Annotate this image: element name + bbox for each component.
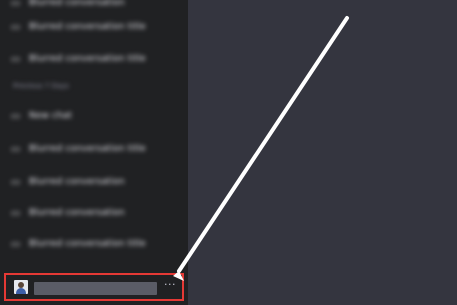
- redacted-username: [34, 282, 157, 295]
- conversation-title: Blurred conversation: [29, 177, 125, 187]
- conversation-title: New chat: [29, 111, 72, 121]
- conversation-item[interactable]: ▭ Blurred conversation title: [6, 16, 178, 38]
- avatar[interactable]: [14, 280, 28, 294]
- conversation-item[interactable]: ▭ New chat: [6, 105, 178, 127]
- conversation-title: Blurred conversation title: [29, 22, 146, 32]
- conversation-item[interactable]: ▭ Blurred conversation: [6, 171, 178, 193]
- chat-icon: ▭: [10, 143, 21, 155]
- chat-icon: ▭: [10, 176, 21, 188]
- user-account-footer[interactable]: ···: [4, 273, 184, 301]
- chat-icon: ▭: [10, 110, 21, 122]
- chat-icon: ▭: [10, 53, 21, 65]
- conversation-item[interactable]: ▭ Blurred conversation title: [6, 48, 178, 70]
- conversation-title: Blurred conversation: [29, 0, 125, 8]
- app-window: ▭ Blurred conversation ▭ Blurred convers…: [0, 0, 457, 305]
- sidebar: ▭ Blurred conversation ▭ Blurred convers…: [0, 0, 188, 305]
- chat-icon: ▭: [10, 238, 21, 250]
- conversation-title: Blurred conversation title: [29, 54, 146, 64]
- conversation-item[interactable]: ▭ Blurred conversation title: [6, 138, 178, 160]
- section-label: Previous 7 Days: [13, 82, 69, 90]
- conversation-item[interactable]: ▭ Blurred conversation: [6, 202, 178, 224]
- conversation-title: Blurred conversation: [29, 208, 125, 218]
- conversation-item[interactable]: ▭ Blurred conversation: [6, 0, 178, 14]
- conversation-title: Blurred conversation title: [29, 144, 146, 154]
- annotation-arrow-line: [177, 16, 349, 273]
- chat-icon: ▭: [10, 0, 21, 9]
- more-options-icon[interactable]: ···: [164, 278, 176, 291]
- avatar-body: [16, 288, 26, 294]
- conversation-list: ▭ Blurred conversation ▭ Blurred convers…: [0, 0, 188, 270]
- chat-icon: ▭: [10, 207, 21, 219]
- chat-icon: ▭: [10, 21, 21, 33]
- conversation-item[interactable]: ▭ Blurred conversation title: [6, 233, 178, 255]
- conversation-title: Blurred conversation title: [29, 239, 146, 249]
